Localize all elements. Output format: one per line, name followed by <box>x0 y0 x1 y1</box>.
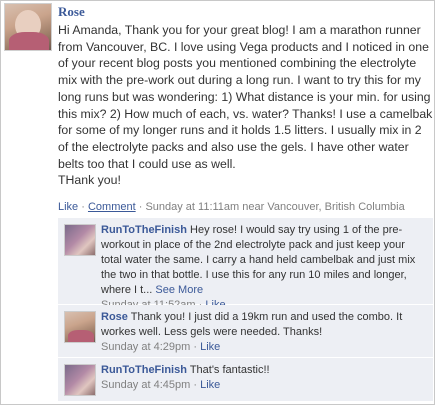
comment-text: Thank you! I just did a 19km run and use… <box>101 311 403 338</box>
separator: · <box>135 201 146 213</box>
comment-like-link[interactable]: Like <box>200 341 220 353</box>
separator: · <box>78 201 88 213</box>
post-message: Hi Amanda, Thank you for your great blog… <box>58 22 433 189</box>
comments-list: RunToTheFinish Hey rose! I would say try… <box>58 218 433 402</box>
like-link[interactable]: Like <box>58 201 78 213</box>
facebook-post: Rose Hi Amanda, Thank you for your great… <box>0 0 435 405</box>
comment-item: RunToTheFinish That's fantastic!! Sunday… <box>58 358 433 402</box>
commenter-name[interactable]: RunToTheFinish <box>101 364 187 376</box>
commenter-avatar[interactable] <box>64 364 96 396</box>
post-actions: Like · Comment · Sunday at 11:11am near … <box>58 201 405 213</box>
comment-like-link[interactable]: Like <box>200 379 220 391</box>
comment-text: That's fantastic!! <box>189 364 270 376</box>
comment-body: RunToTheFinish Hey rose! I would say try… <box>101 223 426 313</box>
author-avatar[interactable] <box>4 3 52 51</box>
comment-item: RunToTheFinish Hey rose! I would say try… <box>58 218 433 311</box>
commenter-name[interactable]: Rose <box>101 311 128 323</box>
comment-body: Rose Thank you! I just did a 19km run an… <box>101 310 426 355</box>
commenter-avatar[interactable] <box>64 224 96 256</box>
commenter-name[interactable]: RunToTheFinish <box>101 224 187 236</box>
post-body: Hi Amanda, Thank you for your great blog… <box>58 23 433 171</box>
see-more-link[interactable]: See More <box>155 284 203 296</box>
post-timestamp: Sunday at 11:11am near Vancouver, Britis… <box>145 201 405 213</box>
post-signoff: THank you! <box>58 173 121 188</box>
comment-link[interactable]: Comment <box>88 201 136 213</box>
comment-timestamp: Sunday at 4:29pm <box>101 341 191 353</box>
comment-body: RunToTheFinish That's fantastic!! Sunday… <box>101 363 426 393</box>
post-author-name[interactable]: Rose <box>58 4 85 20</box>
comment-item: Rose Thank you! I just did a 19km run an… <box>58 305 433 358</box>
commenter-avatar[interactable] <box>64 311 96 343</box>
comment-timestamp: Sunday at 4:45pm <box>101 379 191 391</box>
